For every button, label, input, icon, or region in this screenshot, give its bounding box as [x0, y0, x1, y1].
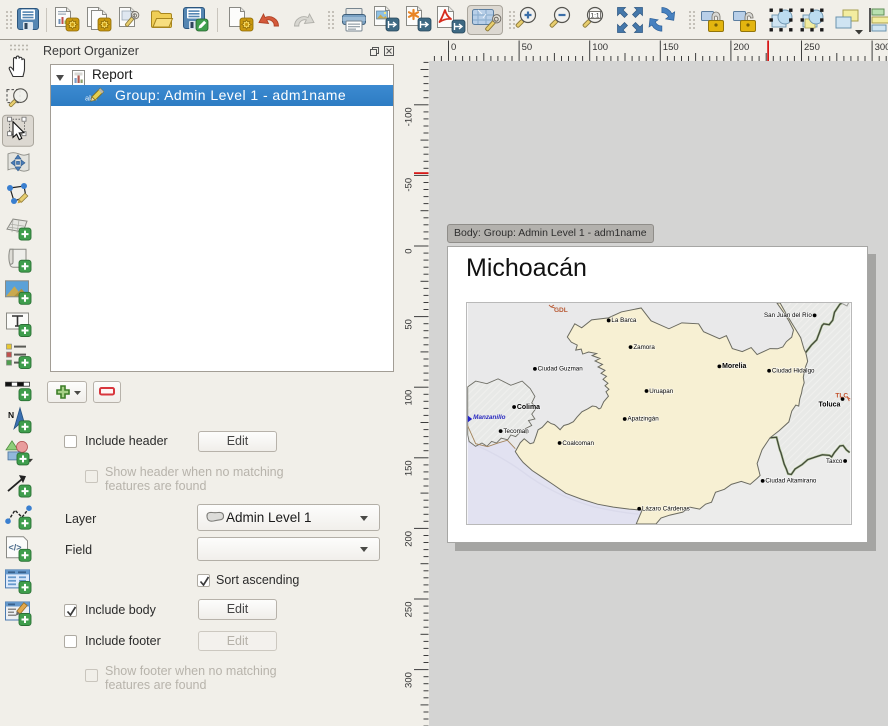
svg-text:-100: -100 [404, 107, 415, 126]
svg-text:150: 150 [663, 42, 679, 53]
svg-text:Ciudad Hidalgo: Ciudad Hidalgo [772, 368, 815, 375]
svg-text:150: 150 [404, 460, 415, 476]
svg-text:Lázaro Cárdenas: Lázaro Cárdenas [642, 506, 690, 513]
svg-text:100: 100 [404, 390, 415, 406]
svg-text:La Barca: La Barca [611, 317, 636, 324]
svg-text:San Juan del Río: San Juan del Río [764, 312, 812, 319]
svg-text:GDL: GDL [554, 307, 568, 314]
svg-text:Morelia: Morelia [722, 363, 746, 370]
svg-text:250: 250 [404, 602, 415, 618]
svg-text:Coalcoman: Coalcoman [562, 440, 594, 447]
svg-text:-50: -50 [404, 178, 415, 192]
svg-text:200: 200 [733, 42, 749, 53]
svg-text:Ciudad Altamirano: Ciudad Altamirano [765, 478, 816, 485]
svg-text:0: 0 [404, 249, 415, 254]
svg-text:TLC: TLC [835, 393, 848, 400]
svg-text:250: 250 [804, 42, 820, 53]
svg-text:200: 200 [404, 531, 415, 547]
svg-text:50: 50 [522, 42, 533, 53]
svg-text:Colima: Colima [517, 404, 540, 411]
svg-text:Toluca: Toluca [819, 401, 841, 408]
svg-text:100: 100 [592, 42, 608, 53]
svg-text:Zamora: Zamora [633, 344, 655, 351]
svg-text:Uruapan: Uruapan [649, 388, 673, 395]
svg-text:300: 300 [404, 672, 415, 688]
svg-text:300: 300 [875, 42, 888, 53]
svg-text:Taxco: Taxco [826, 458, 843, 465]
svg-text:Manzanillo: Manzanillo [473, 414, 505, 421]
svg-text:50: 50 [404, 319, 415, 330]
svg-text:0: 0 [451, 42, 456, 53]
svg-text:Tecoman: Tecoman [503, 428, 529, 435]
svg-text:Ciudad Guzman: Ciudad Guzman [538, 366, 584, 373]
svg-text:Apatzingán: Apatzingán [627, 416, 659, 423]
